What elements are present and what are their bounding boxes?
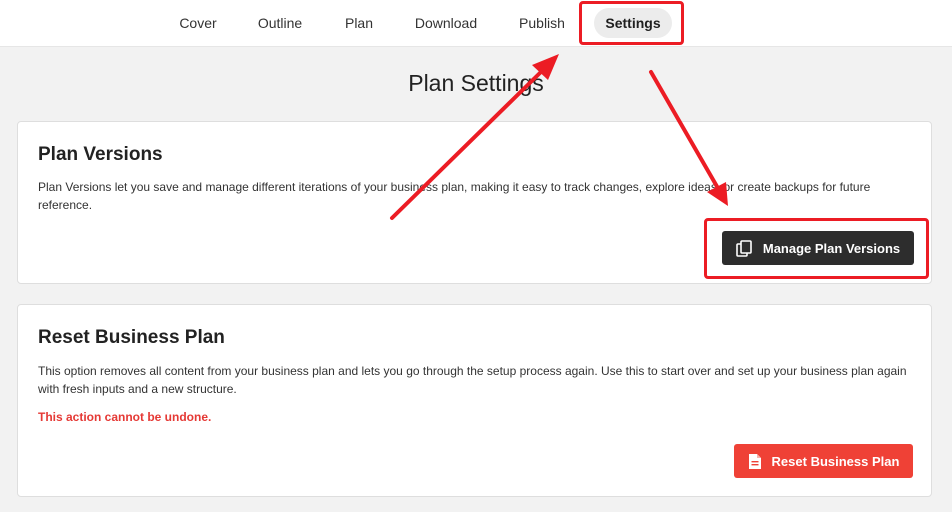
document-icon — [748, 453, 762, 470]
reset-business-plan-label: Reset Business Plan — [771, 453, 900, 469]
tab-download[interactable]: Download — [408, 8, 484, 38]
tab-publish[interactable]: Publish — [512, 8, 572, 38]
tab-settings[interactable]: Settings — [594, 8, 672, 38]
tab-cover[interactable]: Cover — [171, 8, 225, 38]
copy-icon — [736, 239, 753, 257]
reset-plan-title: Reset Business Plan — [38, 327, 225, 348]
reset-plan-description: This option removes all content from you… — [38, 364, 907, 396]
page-title: Plan Settings — [408, 70, 544, 96]
reset-warning-text: This action cannot be undone. — [38, 410, 212, 424]
plan-versions-title: Plan Versions — [38, 144, 163, 165]
plan-versions-description: Plan Versions let you save and manage di… — [38, 180, 871, 212]
reset-business-plan-button[interactable]: Reset Business Plan — [734, 444, 913, 478]
reset-plan-card: Reset Business Plan This option removes … — [17, 304, 932, 497]
top-navigation: Cover Outline Plan Download Publish Sett… — [0, 0, 952, 47]
manage-plan-versions-button[interactable]: Manage Plan Versions — [722, 231, 914, 265]
manage-plan-versions-label: Manage Plan Versions — [762, 240, 901, 256]
tab-outline[interactable]: Outline — [250, 8, 310, 38]
tab-plan[interactable]: Plan — [337, 8, 381, 38]
plan-versions-card: Plan Versions Plan Versions let you save… — [17, 121, 932, 284]
